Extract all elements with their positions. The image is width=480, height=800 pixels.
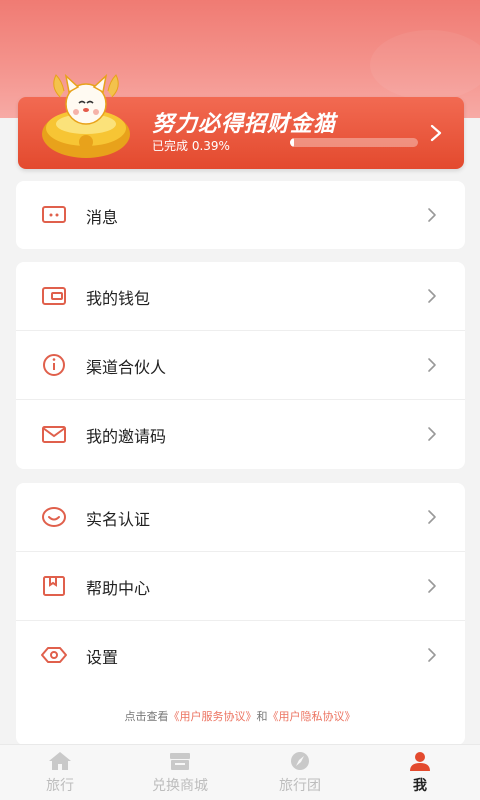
menu-item-settings[interactable]: 设置 — [16, 621, 465, 690]
tab-label: 旅行 — [46, 778, 74, 794]
info-icon — [43, 354, 65, 376]
tab-me[interactable]: 我 — [360, 745, 480, 800]
chevron-right-icon — [430, 124, 442, 142]
menu-item-help-center[interactable]: 帮助中心 — [16, 552, 465, 621]
menu-item-label: 渠道合伙人 — [86, 357, 167, 377]
tab-label: 兑换商城 — [152, 778, 208, 794]
banner-title: 努力必得招财金猫 — [152, 112, 337, 137]
agreement-text: 点击查看《用户服务协议》和《用户隐私协议》 — [0, 708, 480, 724]
menu-item-messages[interactable]: 消息 — [16, 181, 465, 250]
store-icon — [170, 753, 190, 770]
menu-card-messages: 消息 — [16, 181, 465, 249]
privacy-agreement-link[interactable]: 《用户隐私协议》 — [268, 710, 356, 723]
tab-label: 我 — [413, 778, 427, 794]
banner-progress-text: 已完成 0.39% — [152, 139, 230, 153]
chevron-right-icon — [428, 289, 436, 303]
menu-item-label: 帮助中心 — [86, 578, 151, 598]
chevron-right-icon — [428, 648, 436, 662]
banner-progress-bar — [290, 138, 418, 147]
menu-item-label: 我的钱包 — [86, 288, 151, 308]
menu-item-label: 设置 — [86, 647, 119, 667]
menu-item-label: 实名认证 — [86, 509, 151, 529]
tab-label: 旅行团 — [279, 778, 321, 794]
tab-exchange-mall[interactable]: 兑换商城 — [120, 745, 240, 800]
home-icon — [49, 752, 71, 770]
menu-item-label: 消息 — [86, 207, 119, 227]
message-icon — [42, 206, 66, 223]
settings-eye-icon — [41, 647, 67, 663]
menu-item-real-name[interactable]: 实名认证 — [16, 483, 465, 552]
mail-icon — [42, 426, 66, 443]
wallet-icon — [42, 287, 66, 305]
agreement-and: 和 — [256, 710, 268, 723]
compass-icon — [291, 752, 309, 770]
tab-travel[interactable]: 旅行 — [0, 745, 120, 800]
bookmark-icon — [43, 576, 65, 596]
service-agreement-link[interactable]: 《用户服务协议》 — [169, 710, 257, 723]
menu-card-settings: 实名认证 帮助中心 设置 — [16, 483, 465, 745]
menu-item-label: 我的邀请码 — [86, 426, 167, 446]
menu-card-account: 我的钱包 渠道合伙人 我的邀请码 — [16, 262, 465, 469]
banner-progress-fill — [290, 138, 294, 147]
menu-item-wallet[interactable]: 我的钱包 — [16, 262, 465, 331]
smile-icon — [42, 507, 66, 527]
chevron-right-icon — [428, 358, 436, 372]
bottom-tab-bar: 旅行 兑换商城 旅行团 我 — [0, 744, 480, 800]
chevron-right-icon — [428, 579, 436, 593]
user-icon — [410, 752, 430, 771]
lucky-cat-icon — [42, 73, 130, 158]
menu-item-invite-code[interactable]: 我的邀请码 — [16, 400, 465, 469]
tab-tour-group[interactable]: 旅行团 — [240, 745, 360, 800]
chevron-right-icon — [428, 510, 436, 524]
menu-item-channel-partner[interactable]: 渠道合伙人 — [16, 331, 465, 400]
chevron-right-icon — [428, 208, 436, 222]
chevron-right-icon — [428, 427, 436, 441]
agreement-prefix: 点击查看 — [124, 710, 169, 723]
